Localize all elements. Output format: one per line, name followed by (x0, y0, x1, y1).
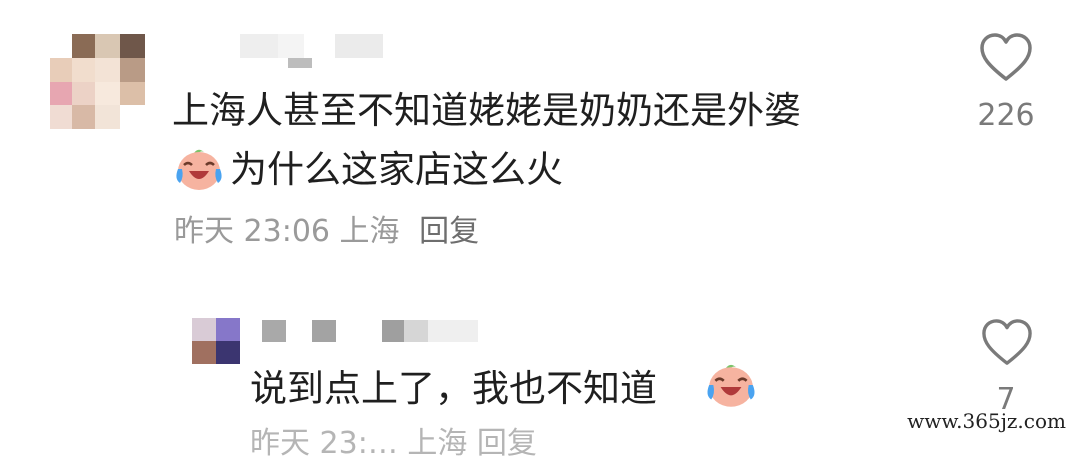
heart-icon[interactable] (980, 318, 1034, 368)
reply-comment-text: 说到点上了，我也不知道 (250, 367, 657, 410)
comment-meta: 昨天 23:06 上海 回复 (174, 214, 479, 250)
avatar[interactable] (50, 34, 145, 129)
comment-location: 上海 (339, 214, 400, 249)
username[interactable] (240, 34, 400, 74)
heart-icon[interactable] (978, 32, 1034, 84)
reply-comment-meta-partial: 昨天 23:… 上海 回复 (250, 426, 537, 461)
like-count: 226 (977, 98, 1035, 133)
comment-text-line2: 为什么这家店这么火 (230, 148, 563, 191)
avatar[interactable] (192, 318, 240, 364)
comment-time: 昨天 23:06 (174, 214, 330, 249)
reply-button[interactable]: 回复 (419, 214, 479, 249)
crying-laughing-emoji-icon (707, 364, 755, 407)
crying-laughing-emoji-icon (176, 149, 222, 190)
comment-text: 上海人甚至不知道姥姥是奶奶还是外婆 (172, 89, 801, 132)
watermark-text: www.365jz.com (903, 409, 1070, 433)
username[interactable] (262, 320, 492, 344)
